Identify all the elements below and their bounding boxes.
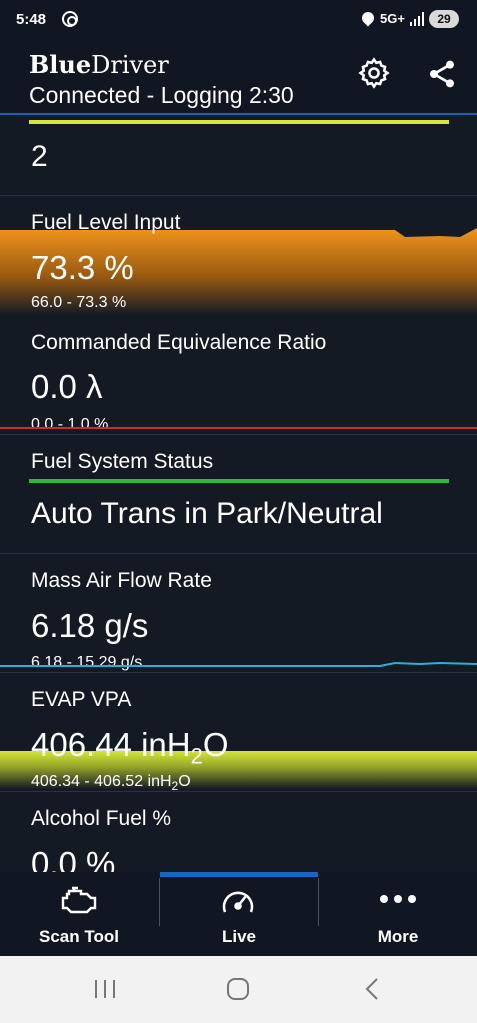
tab-label: Scan Tool: [39, 927, 119, 946]
row-value: 0.0 %: [31, 845, 116, 872]
more-dots-icon: [380, 895, 416, 903]
row-label: Alcohol Fuel %: [31, 807, 172, 830]
tab-more[interactable]: More: [319, 872, 477, 956]
tab-scan-tool[interactable]: Scan Tool: [0, 872, 158, 956]
tab-label: More: [377, 927, 419, 946]
row-label: Commanded Equivalence Ratio: [31, 331, 327, 354]
row-label: Fuel Level Input: [31, 211, 181, 234]
network-type: 5G+: [380, 11, 405, 26]
status-bar: 5:48 5G+ 29: [0, 0, 477, 40]
connection-status: Connected - Logging 2:30: [29, 82, 294, 108]
row-range: 0.0 - 1.0 %: [31, 416, 109, 433]
row-bar: [29, 120, 449, 124]
share-icon[interactable]: [426, 58, 458, 90]
clock: 5:48: [16, 11, 47, 28]
list-item[interactable]: Commanded Equivalence Ratio 0.0 λ 0.0 - …: [0, 316, 477, 435]
list-item[interactable]: Mass Air Flow Rate 6.18 g/s 6.18 - 15.29…: [0, 555, 477, 673]
row-label: EVAP VPA: [31, 688, 132, 711]
bottom-nav: Scan Tool Live More: [0, 872, 477, 956]
row-label: Fuel System Status: [31, 450, 214, 473]
app-logo: BlueDriver: [29, 50, 169, 79]
tab-label: Live: [221, 927, 257, 946]
engine-icon: [61, 886, 97, 914]
live-data-list[interactable]: 2 Fuel Level Input 73.3 % 66.0 - 73.3 % …: [0, 115, 477, 872]
row-label: Mass Air Flow Rate: [31, 569, 212, 592]
list-item[interactable]: 2: [0, 115, 477, 196]
gauge-icon: [222, 891, 254, 913]
row-value: Auto Trans in Park/Neutral: [31, 497, 383, 530]
hotspot-icon: [62, 11, 78, 27]
maf-graph-line: [0, 661, 477, 667]
row-value: 406.44 inH2O: [31, 726, 229, 769]
recents-icon[interactable]: [92, 978, 118, 1000]
list-item[interactable]: EVAP VPA 406.44 inH2O 406.34 - 406.52 in…: [0, 674, 477, 794]
gear-icon[interactable]: [357, 56, 391, 90]
tab-live[interactable]: Live: [160, 872, 318, 956]
row-value: 2: [31, 140, 48, 173]
list-item[interactable]: Fuel Level Input 73.3 % 66.0 - 73.3 %: [0, 197, 477, 315]
row-range: 66.0 - 73.3 %: [31, 294, 127, 311]
row-value: 0.0 λ: [31, 368, 103, 405]
row-value: 6.18 g/s: [31, 607, 149, 644]
battery-level: 29: [429, 10, 459, 28]
row-range: 406.34 - 406.52 inH2O: [31, 773, 191, 794]
list-item[interactable]: Alcohol Fuel % 0.0 %: [0, 793, 477, 872]
row-value: 73.3 %: [31, 249, 134, 286]
home-icon[interactable]: [226, 977, 250, 1001]
list-item[interactable]: Fuel System Status Auto Trans in Park/Ne…: [0, 436, 477, 554]
signal-icon: [410, 12, 424, 26]
location-icon: [359, 9, 377, 27]
back-icon[interactable]: [362, 977, 382, 1001]
row-bar: [29, 479, 449, 483]
ratio-graph-line: [0, 427, 477, 429]
app-header: BlueDriver Connected - Logging 2:30: [0, 40, 477, 114]
system-nav-bar: [0, 956, 477, 1023]
